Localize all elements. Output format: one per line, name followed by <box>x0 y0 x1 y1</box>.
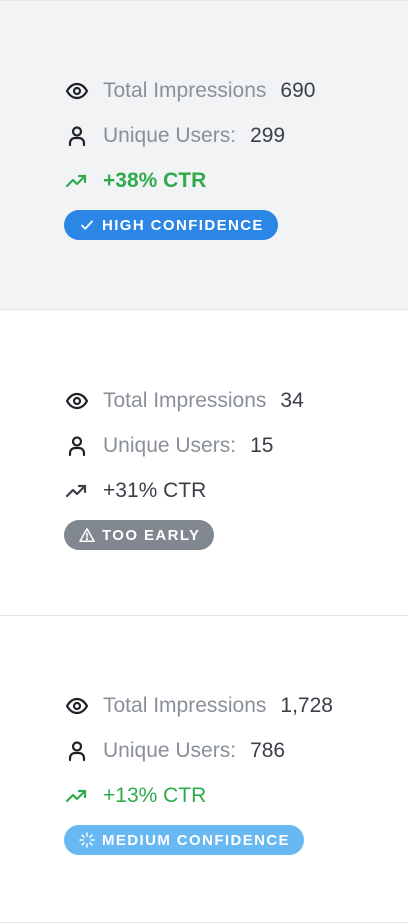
impressions-row: Total Impressions 1,728 <box>64 689 333 723</box>
ctr-row: +31% CTR <box>64 474 304 508</box>
ctr-value: +31% CTR <box>103 479 207 502</box>
spinner-icon <box>79 832 95 848</box>
eye-icon <box>64 693 90 719</box>
variant-card[interactable]: Total Impressions 690 Unique Users: 299 … <box>0 0 408 310</box>
impressions-value: 34 <box>280 389 304 412</box>
users-value: 786 <box>250 739 286 762</box>
eye-icon <box>64 78 90 104</box>
impressions-value: 1,728 <box>280 694 333 717</box>
confidence-badge: TOO EARLY <box>64 520 215 550</box>
impressions-row: Total Impressions 690 <box>64 74 315 108</box>
trending-up-icon <box>64 783 90 809</box>
variant-card[interactable]: Total Impressions 34 Unique Users: 15 +3… <box>0 310 408 616</box>
check-icon <box>79 217 95 233</box>
user-icon <box>64 123 90 149</box>
impressions-label: Total Impressions <box>103 389 267 412</box>
ctr-row: +38% CTR <box>64 164 315 198</box>
users-row: Unique Users: 299 <box>64 119 315 153</box>
variant-stats: Total Impressions 34 Unique Users: 15 +3… <box>64 384 304 550</box>
variant-card[interactable]: Total Impressions 1,728 Unique Users: 78… <box>0 616 408 923</box>
user-icon <box>64 433 90 459</box>
confidence-badge-label: HIGH CONFIDENCE <box>102 216 264 234</box>
ctr-value: +13% CTR <box>103 784 207 807</box>
warning-icon <box>79 527 95 543</box>
variant-stats: Total Impressions 690 Unique Users: 299 … <box>64 74 315 240</box>
users-row: Unique Users: 786 <box>64 734 333 768</box>
variant-stats: Total Impressions 1,728 Unique Users: 78… <box>64 689 333 855</box>
users-value: 15 <box>250 434 274 457</box>
impressions-row: Total Impressions 34 <box>64 384 304 418</box>
confidence-badge-label: TOO EARLY <box>102 526 201 544</box>
impressions-label: Total Impressions <box>103 79 267 102</box>
users-value: 299 <box>250 124 286 147</box>
trending-up-icon <box>64 168 90 194</box>
ctr-row: +13% CTR <box>64 779 333 813</box>
users-row: Unique Users: 15 <box>64 429 304 463</box>
eye-icon <box>64 388 90 414</box>
impressions-label: Total Impressions <box>103 694 267 717</box>
users-label: Unique Users: <box>103 739 237 762</box>
confidence-badge-label: MEDIUM CONFIDENCE <box>102 831 290 849</box>
impressions-value: 690 <box>280 79 316 102</box>
user-icon <box>64 738 90 764</box>
users-label: Unique Users: <box>103 434 237 457</box>
users-label: Unique Users: <box>103 124 237 147</box>
confidence-badge: HIGH CONFIDENCE <box>64 210 278 240</box>
ctr-value: +38% CTR <box>103 169 207 192</box>
confidence-badge: MEDIUM CONFIDENCE <box>64 825 304 855</box>
trending-up-icon <box>64 478 90 504</box>
